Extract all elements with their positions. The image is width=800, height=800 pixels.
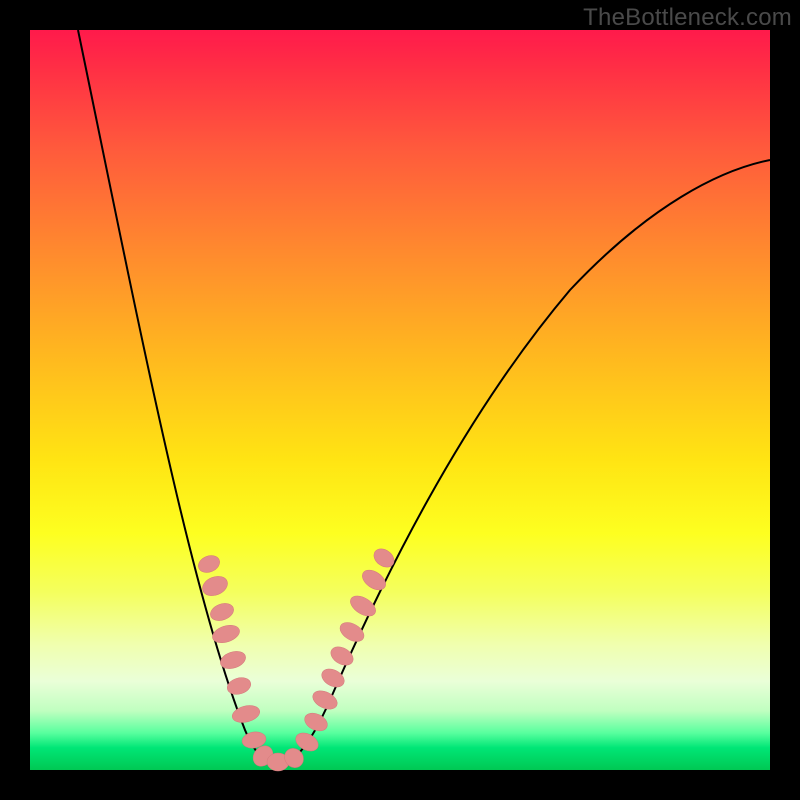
chart-gradient-area [30, 30, 770, 770]
curve-marker [370, 545, 397, 571]
curve-marker [302, 710, 331, 735]
curve-marker [359, 566, 390, 594]
bottleneck-curve [78, 30, 770, 764]
watermark-text: TheBottleneck.com [583, 4, 792, 32]
curve-marker [196, 552, 222, 575]
curve-marker [208, 600, 236, 623]
curve-marker [225, 675, 252, 697]
curve-marker [328, 643, 357, 669]
curve-marker [200, 573, 231, 599]
curve-marker [337, 619, 368, 646]
bottleneck-curve-svg [30, 30, 770, 770]
curve-marker [347, 592, 379, 620]
curve-markers-group [196, 545, 398, 771]
